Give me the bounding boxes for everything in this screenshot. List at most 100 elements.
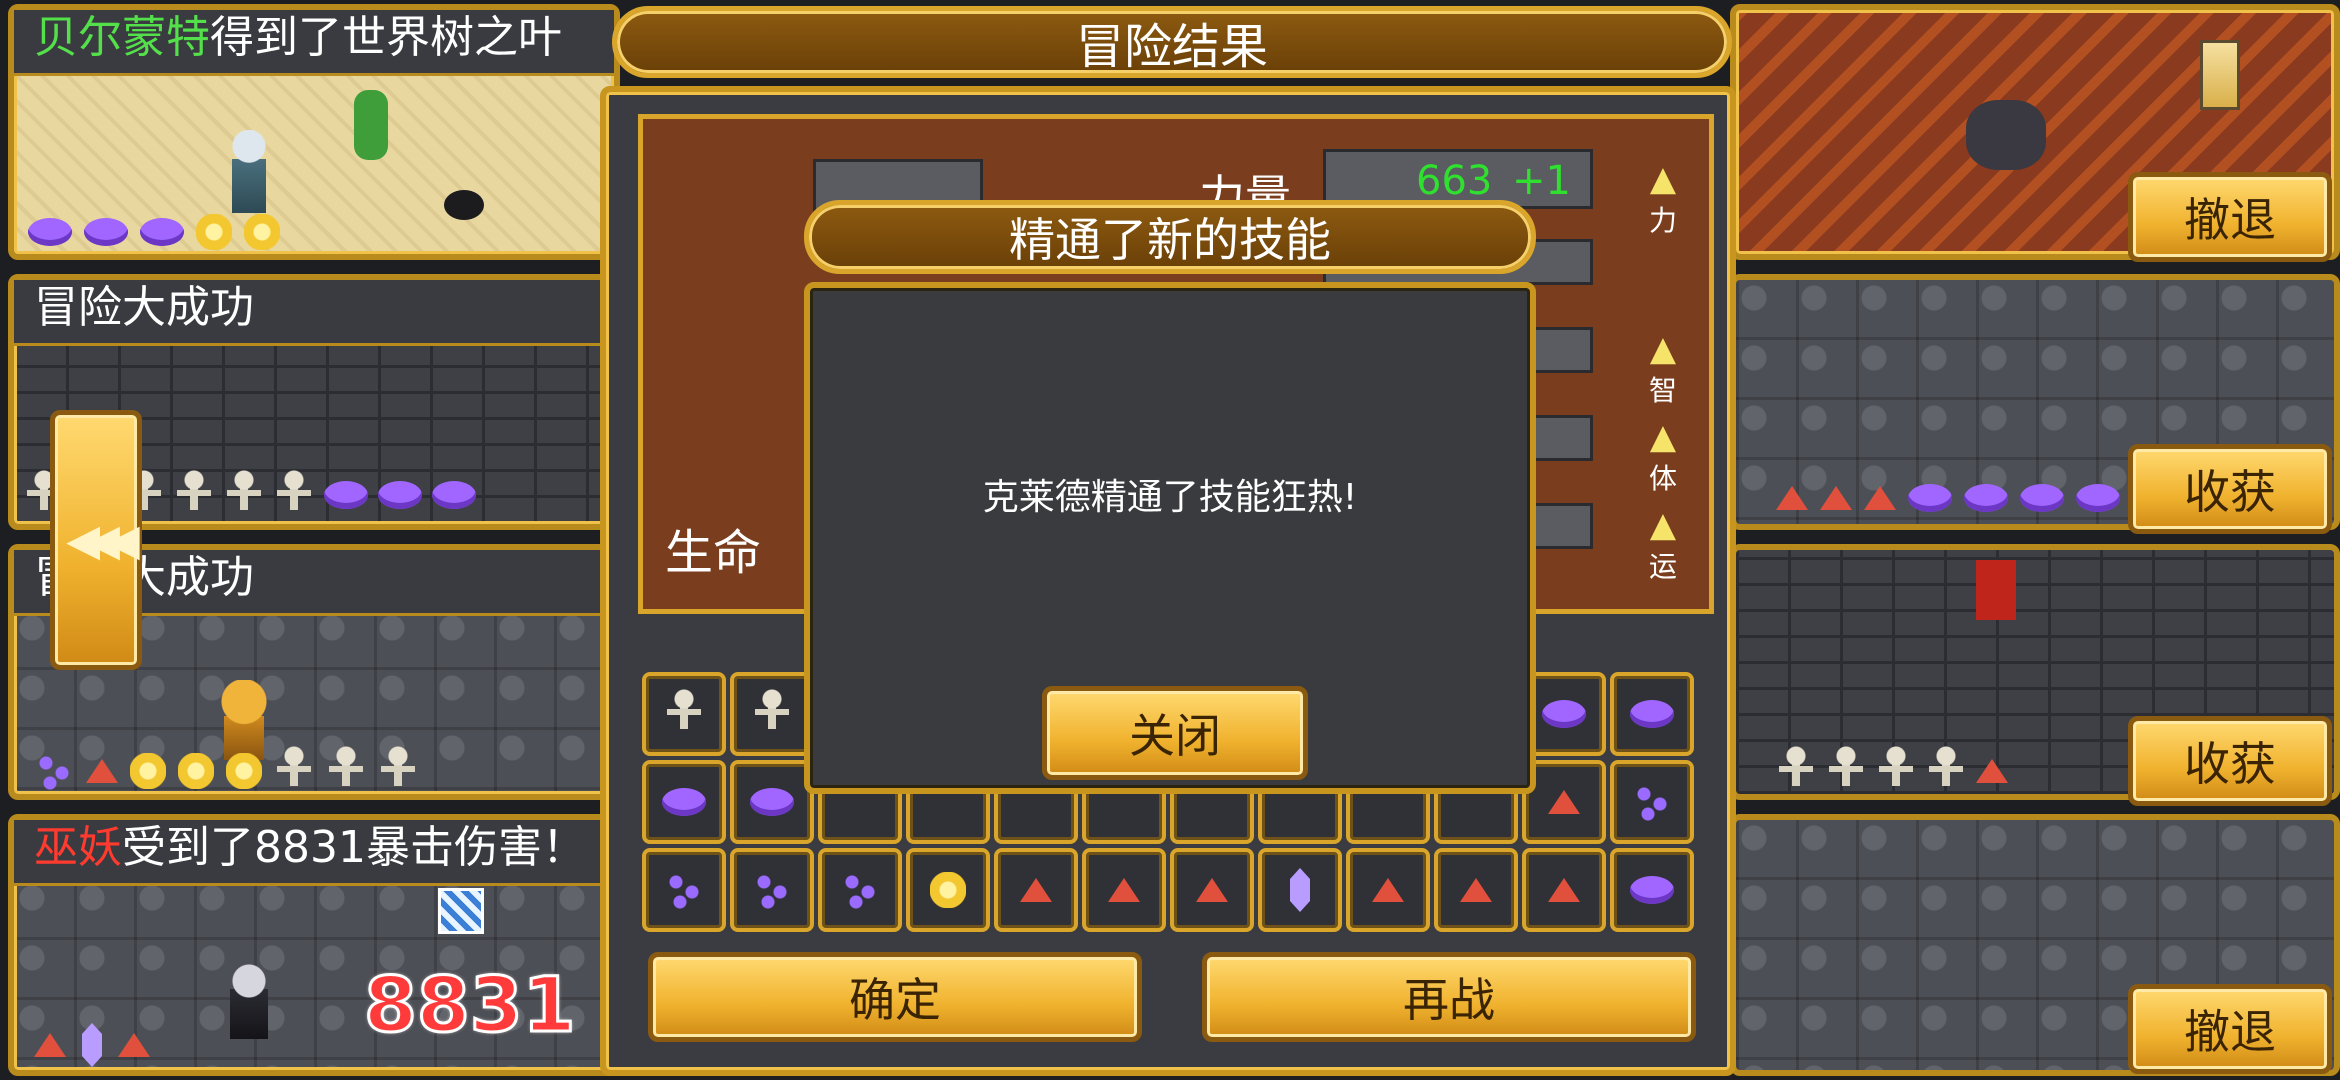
rematch-button[interactable]: 再战: [1202, 952, 1696, 1042]
purple-beads-icon: [1632, 782, 1672, 822]
loot-slot[interactable]: [1522, 848, 1606, 932]
skill-popup-message: 克莱德精通了技能狂热!: [982, 477, 1358, 518]
lane-3-loot-row: [34, 746, 614, 796]
loot-slot[interactable]: [642, 760, 726, 844]
purple-gem-icon: [1630, 876, 1674, 904]
red-shard-icon: [1820, 486, 1852, 510]
crystal-icon: [1290, 868, 1310, 912]
skeleton-icon: [752, 689, 792, 739]
red-shard-icon: [1776, 486, 1808, 510]
skeleton-icon: [664, 689, 704, 739]
strength-up-icon: ▲ 力: [1633, 159, 1693, 239]
skeleton-icon: [1826, 746, 1866, 796]
stamina-up-icon: ▲ 体: [1633, 417, 1693, 497]
lantern-icon: [2200, 40, 2240, 110]
purple-gem-icon: [1964, 484, 2008, 512]
purple-gem-icon: [140, 218, 184, 246]
skeleton-icon: [1776, 746, 1816, 796]
harvest-button-2[interactable]: 收获: [2128, 444, 2332, 534]
purple-gem-icon: [84, 218, 128, 246]
loot-slot[interactable]: [1346, 848, 1430, 932]
lane-1-actor-name: 贝尔蒙特: [34, 12, 210, 63]
loot-slot[interactable]: [1082, 848, 1166, 932]
purple-gem-icon: [1908, 484, 1952, 512]
gold-ore-icon: [178, 753, 214, 789]
gold-ore-icon: [930, 872, 966, 908]
harvest-button-3[interactable]: 收获: [2128, 716, 2332, 806]
loot-slot[interactable]: [1610, 760, 1694, 844]
collapse-button[interactable]: ◀◀◀: [50, 410, 142, 670]
loot-slot[interactable]: [818, 848, 902, 932]
loot-slot[interactable]: [730, 760, 814, 844]
purple-gem-icon: [28, 218, 72, 246]
red-shard-icon: [1460, 878, 1492, 902]
lane-2-banner: 冒险大成功: [14, 280, 614, 346]
red-shard-icon: [1864, 486, 1896, 510]
loot-slot[interactable]: [1610, 848, 1694, 932]
red-shard-icon: [1020, 878, 1052, 902]
right-lane-2-loot: [1776, 476, 2156, 520]
purple-gem-icon: [2076, 484, 2120, 512]
skeleton-icon: [1876, 746, 1916, 796]
purple-gem-icon: [750, 788, 794, 816]
retreat-button-4[interactable]: 撤退: [2128, 984, 2332, 1074]
lane-4: 巫妖受到了8831暴击伤害！ 8831: [8, 814, 620, 1076]
loot-slot[interactable]: [730, 672, 814, 756]
purple-gem-icon: [662, 788, 706, 816]
skeleton-icon: [1926, 746, 1966, 796]
retreat-button-1[interactable]: 撤退: [2128, 172, 2332, 262]
lane-4-actor-name: 巫妖: [34, 822, 122, 873]
loot-slot[interactable]: [730, 848, 814, 932]
right-lane-3-loot: [1776, 746, 2156, 796]
lane-1-loot-row: [28, 210, 608, 254]
close-button[interactable]: 关闭: [1042, 686, 1308, 780]
lane-4-loot-row: [34, 1020, 364, 1070]
red-shard-icon: [1372, 878, 1404, 902]
red-shard-icon: [1548, 878, 1580, 902]
loot-slot[interactable]: [1170, 848, 1254, 932]
red-shard-icon: [86, 759, 118, 783]
lane-4-banner: 巫妖受到了8831暴击伤害！: [14, 820, 614, 886]
purple-gem-icon: [432, 481, 476, 509]
result-title-bar: 冒险结果: [612, 6, 1732, 78]
purple-beads-icon: [664, 870, 704, 910]
lane-1: 贝尔蒙特得到了世界树之叶: [8, 4, 620, 260]
gold-ore-icon: [196, 214, 232, 250]
luck-up-icon: ▲ 运: [1633, 505, 1693, 585]
skeleton-icon: [378, 746, 418, 796]
strength-icon-text: 力: [1648, 204, 1677, 237]
purple-gem-icon: [324, 481, 368, 509]
triple-chevron-left-icon: ◀◀◀: [66, 514, 139, 566]
strength-bonus: +1: [1512, 158, 1571, 204]
confirm-button[interactable]: 确定: [648, 952, 1142, 1042]
lane-1-banner: 贝尔蒙特得到了世界树之叶: [14, 10, 614, 76]
gold-ore-icon: [130, 753, 166, 789]
loot-slot[interactable]: [642, 672, 726, 756]
loot-slot[interactable]: [642, 848, 726, 932]
purple-gem-icon: [2020, 484, 2064, 512]
red-shard-icon: [118, 1033, 150, 1057]
purple-gem-icon: [1542, 700, 1586, 728]
purple-gem-icon: [1630, 700, 1674, 728]
loot-slot[interactable]: [906, 848, 990, 932]
lane-4-event-text: 受到了8831暴击伤害！: [122, 822, 586, 873]
red-shard-icon: [1548, 790, 1580, 814]
skill-popup-title: 精通了新的技能: [1009, 213, 1331, 267]
skeleton-icon: [274, 746, 314, 796]
loot-slot[interactable]: [994, 848, 1078, 932]
purple-beads-icon: [34, 751, 74, 791]
strength-value: 663: [1416, 158, 1493, 204]
loot-slot[interactable]: [1434, 848, 1518, 932]
skeleton-icon: [224, 470, 264, 520]
gold-ore-icon: [226, 753, 262, 789]
purple-gem-icon: [378, 481, 422, 509]
stamina-icon-text: 体: [1648, 462, 1677, 495]
lane-1-event-text: 得到了世界树之叶: [210, 12, 562, 63]
red-shard-icon: [1196, 878, 1228, 902]
skeleton-icon: [274, 470, 314, 520]
red-shard-icon: [1108, 878, 1140, 902]
life-label: 生命: [665, 525, 762, 581]
luck-icon-text: 运: [1648, 550, 1677, 583]
loot-slot[interactable]: [1258, 848, 1342, 932]
loot-slot[interactable]: [1610, 672, 1694, 756]
